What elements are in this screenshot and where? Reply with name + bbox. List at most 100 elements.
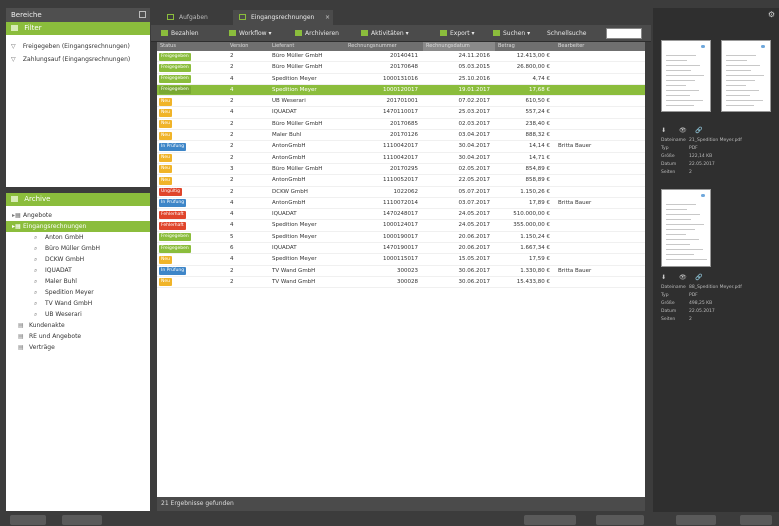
table-row[interactable]: Fehlerhaft 4 IQUADAT 1470248017 24.05.2017 51… (157, 209, 645, 221)
text-line (666, 70, 691, 71)
archive-tree-item[interactable]: ⌕ UB Weserari (6, 309, 150, 320)
pay-button[interactable]: Bezahlen (161, 28, 199, 39)
bottom-button[interactable] (10, 515, 46, 525)
page-thumbnail[interactable] (721, 40, 771, 112)
archive-icon (11, 196, 18, 202)
table-row[interactable]: Neu 2 Büro Müller GmbH 20170685 02.03.2017 23… (157, 119, 645, 131)
amount-cell: 858,89 € (525, 177, 551, 184)
archive-tree-item[interactable]: ▤ Kundenakte (6, 320, 150, 331)
vendor-cell: IQUADAT (272, 109, 297, 116)
archive-tree-item[interactable]: ▤ RE und Angebote (6, 331, 150, 342)
column-header-date[interactable]: Rechnungsdatum (423, 42, 495, 51)
table-row[interactable]: Ungültig 2 DCKW GmbH 1022062 05.07.2017 1.150… (157, 187, 645, 198)
view-icon[interactable]: 👁 (679, 274, 687, 281)
download-icon[interactable]: ⬇ (661, 127, 666, 134)
bottom-button[interactable] (596, 515, 644, 525)
filter-section-header[interactable]: Filter (6, 22, 150, 35)
quick-search-input[interactable] (606, 28, 642, 39)
info-row: Seiten 2 (661, 169, 779, 177)
archive-tree-item[interactable]: ▸▦ Angebote (6, 210, 150, 221)
vendor-cell: Maler Buhl (272, 132, 302, 139)
table-row[interactable]: Freigegeben 2 Büro Müller GmbH 20170648 05.0… (157, 62, 645, 74)
table-row[interactable]: Neu 2 AntonGmbH 1110042017 30.04.2017 14,71 € (157, 153, 645, 164)
panel-toggle-icon[interactable] (139, 11, 146, 18)
column-header-agent[interactable]: Bearbeiter (555, 42, 615, 51)
table-row[interactable]: Neu 4 Spedition Meyer 1000115017 15.05.2017 1… (157, 254, 645, 266)
bottom-button[interactable] (62, 515, 102, 525)
tab-eingangsrechnungen[interactable]: Eingangsrechnungen × (233, 10, 333, 25)
bottom-button[interactable] (676, 515, 716, 525)
table-row[interactable]: Neu 4 IQUADAT 1470110017 25.03.2017 557,24 € (157, 107, 645, 119)
page-thumbnail[interactable] (661, 40, 711, 112)
filter-item[interactable]: ▽ Zahlungsauf (Eingangsrechnungen) (6, 53, 150, 66)
table-row[interactable]: In Prüfung 2 TV Wand GmbH 300023 30.06.2017 1… (157, 266, 645, 277)
column-header-vendor[interactable]: Lieferant (269, 42, 345, 51)
archive-section-header[interactable]: Archive (6, 193, 150, 206)
bottom-button[interactable] (524, 515, 576, 525)
info-value: 122,14 KB (689, 154, 713, 159)
archive-tree-item[interactable]: ⌕ Spedition Meyer (6, 287, 150, 298)
bottom-button[interactable] (740, 515, 772, 525)
archive-tree-item[interactable]: ⌕ IQUADAT (6, 265, 150, 276)
download-icon[interactable]: ⬇ (661, 274, 666, 281)
tab-aufgaben[interactable]: Aufgaben (161, 10, 231, 25)
close-icon[interactable]: × (325, 10, 330, 25)
vendor-cell: Spedition Meyer (272, 86, 317, 93)
pay-icon (161, 30, 168, 36)
table-row[interactable]: Freigegeben 4 Spedition Meyer 1000120017 19.… (157, 84, 645, 97)
invoice-date-cell: 25.03.2017 (458, 109, 491, 116)
text-line (726, 105, 754, 106)
column-header-number[interactable]: Rechnungsnummer (345, 42, 423, 51)
column-header-version[interactable]: Version (227, 42, 269, 51)
table-row[interactable]: In Prüfung 2 AntonGmbH 1110042017 30.04.2017… (157, 141, 645, 153)
table-row[interactable]: Neu 2 Maler Buhl 20170126 03.04.2017 888,32 € (157, 130, 645, 142)
archive-tree-item[interactable]: ⌕ Büro Müller GmbH (6, 243, 150, 254)
link-icon[interactable]: 🔗 (695, 127, 702, 134)
filter-item[interactable]: ▽ Freigegeben (Eingangsrechnungen) (6, 40, 150, 53)
column-header-amount[interactable]: Betrag (495, 42, 555, 51)
export-button[interactable]: Export ▾ (440, 28, 475, 39)
status-cell: In Prüfung (157, 141, 227, 152)
status-cell: Neu (157, 96, 227, 107)
view-icon[interactable]: 👁 (679, 127, 687, 134)
amount-cell: 12.413,00 € (516, 53, 550, 59)
gear-icon[interactable]: ⚙ (768, 10, 775, 19)
archive-tree-item[interactable]: ⌕ Maler Buhl (6, 276, 150, 287)
table-row[interactable]: Neu 2 AntonGmbH 1110052017 22.05.2017 858,89 … (157, 175, 645, 187)
vendor-cell: IQUADAT (272, 211, 297, 218)
archive-tree-item[interactable]: ⌕ Anton GmbH (6, 232, 150, 243)
column-header-status[interactable]: Status (157, 42, 227, 51)
text-line (666, 254, 694, 255)
table-body: Freigegeben 2 Büro Müller GmbH 20140411 24.1… (157, 51, 645, 289)
archive-tree-item[interactable]: ▸▦ Eingangsrechnungen (6, 221, 150, 232)
table-row[interactable]: Freigegeben 5 Spedition Meyer 1000190017 20.… (157, 232, 645, 244)
invoice-number-cell: 20170685 (390, 120, 418, 127)
archive-tree-item[interactable]: ⌕ DCKW GmbH (6, 254, 150, 265)
agent-cell (558, 175, 614, 186)
search-button[interactable]: Suchen ▾ (493, 28, 530, 39)
info-key: Größe (661, 301, 675, 306)
table-row[interactable]: In Prüfung 4 AntonGmbH 1110072014 03.07.2017… (157, 198, 645, 210)
activities-button[interactable]: Aktivitäten ▾ (361, 28, 409, 39)
archive-tree-label: Verträge (29, 344, 55, 351)
table-row[interactable]: Neu 3 Büro Müller GmbH 20170295 02.05.2017 85… (157, 164, 645, 176)
invoice-number-cell: 20170126 (390, 132, 418, 139)
text-line (666, 214, 700, 215)
info-row: Dateiname 88_Spedition Meyer.pdf (661, 284, 779, 292)
table-row[interactable]: Neu 2 UB Weserari 201701001 07.02.2017 610,50… (157, 96, 645, 108)
table-row[interactable]: Neu 2 TV Wand GmbH 300028 30.06.2017 15.433,8… (157, 277, 645, 289)
archive-tree-item[interactable]: ⌕ TV Wand GmbH (6, 298, 150, 309)
table-row[interactable]: Freigegeben 4 Spedition Meyer 1000131016 25.… (157, 74, 645, 85)
table-row[interactable]: Freigegeben 6 IQUADAT 1470190017 20.06.2017 1… (157, 243, 645, 255)
archive-tree-item[interactable]: ▤ Verträge (6, 342, 150, 353)
link-icon[interactable]: 🔗 (695, 274, 702, 281)
workflow-button[interactable]: Workflow ▾ (229, 28, 271, 39)
table-row[interactable]: Fehlerhaft 4 Spedition Meyer 1000124017 24.0… (157, 220, 645, 232)
page-thumbnail[interactable] (661, 189, 711, 267)
archive-button[interactable]: Archivieren (295, 28, 339, 39)
invoice-number-cell: 300028 (397, 278, 418, 285)
table-row[interactable]: Freigegeben 2 Büro Müller GmbH 20140411 24.1… (157, 51, 645, 63)
button-label: Archivieren (305, 30, 339, 37)
info-key: Dateiname (661, 138, 686, 143)
document-info-2: Dateiname 88_Spedition Meyer.pdf Typ PDF Grö… (653, 284, 779, 324)
